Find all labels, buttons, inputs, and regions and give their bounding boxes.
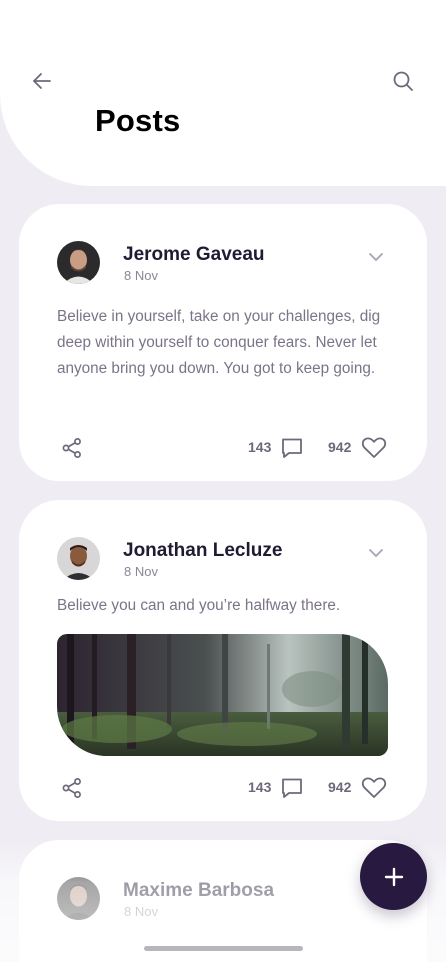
- author-name[interactable]: Jonathan Lecluze: [123, 540, 282, 562]
- share-icon: [62, 438, 81, 458]
- arrow-left-icon: [33, 73, 51, 89]
- post-date: 8 Nov: [124, 268, 158, 283]
- chevron-down-icon: [369, 549, 383, 557]
- comment-count: 143: [248, 779, 272, 795]
- heart-icon: [361, 777, 387, 798]
- post-card: Jerome Gaveau 8 Nov Believe in yourself,…: [19, 204, 427, 481]
- post-image[interactable]: [57, 634, 388, 756]
- forest-photo: [57, 634, 388, 756]
- share-button[interactable]: [59, 433, 85, 463]
- author-name[interactable]: Jerome Gaveau: [123, 244, 265, 266]
- search-button[interactable]: [383, 61, 423, 101]
- search-icon: [393, 71, 413, 91]
- page-title: Posts: [95, 103, 181, 138]
- post-menu-button[interactable]: [363, 540, 389, 566]
- add-post-button[interactable]: [360, 843, 427, 910]
- share-icon: [62, 778, 81, 798]
- heart-icon: [361, 437, 387, 458]
- home-indicator[interactable]: [144, 946, 303, 951]
- post-card: Jonathan Lecluze 8 Nov Believe you can a…: [19, 500, 427, 821]
- posts-screen: Posts Jerome Gaveau 8 Nov Believe in you…: [0, 0, 446, 962]
- comment-button[interactable]: [278, 773, 306, 803]
- comment-count: 143: [248, 439, 272, 455]
- like-count: 942: [328, 439, 352, 455]
- like-button[interactable]: [360, 433, 388, 463]
- post-date: 8 Nov: [124, 904, 158, 919]
- post-actions: 143 942: [19, 773, 427, 803]
- back-button[interactable]: [22, 61, 62, 101]
- comment-button[interactable]: [278, 433, 306, 463]
- post-text: Believe you can and you’re halfway there…: [57, 597, 341, 614]
- chevron-down-icon: [369, 253, 383, 261]
- author-name[interactable]: Maxime Barbosa: [123, 880, 274, 902]
- like-button[interactable]: [360, 773, 388, 803]
- post-date: 8 Nov: [124, 564, 158, 579]
- post-text: Believe in yourself, take on your challe…: [57, 308, 381, 377]
- like-count: 942: [328, 779, 352, 795]
- avatar[interactable]: [57, 537, 100, 580]
- avatar[interactable]: [57, 877, 100, 920]
- post-menu-button[interactable]: [363, 244, 389, 270]
- comment-icon: [282, 438, 302, 458]
- header: Posts: [0, 0, 446, 186]
- avatar[interactable]: [57, 241, 100, 284]
- plus-icon: [384, 867, 403, 886]
- share-button[interactable]: [59, 773, 85, 803]
- post-actions: 143 942: [19, 433, 427, 463]
- comment-icon: [282, 778, 302, 798]
